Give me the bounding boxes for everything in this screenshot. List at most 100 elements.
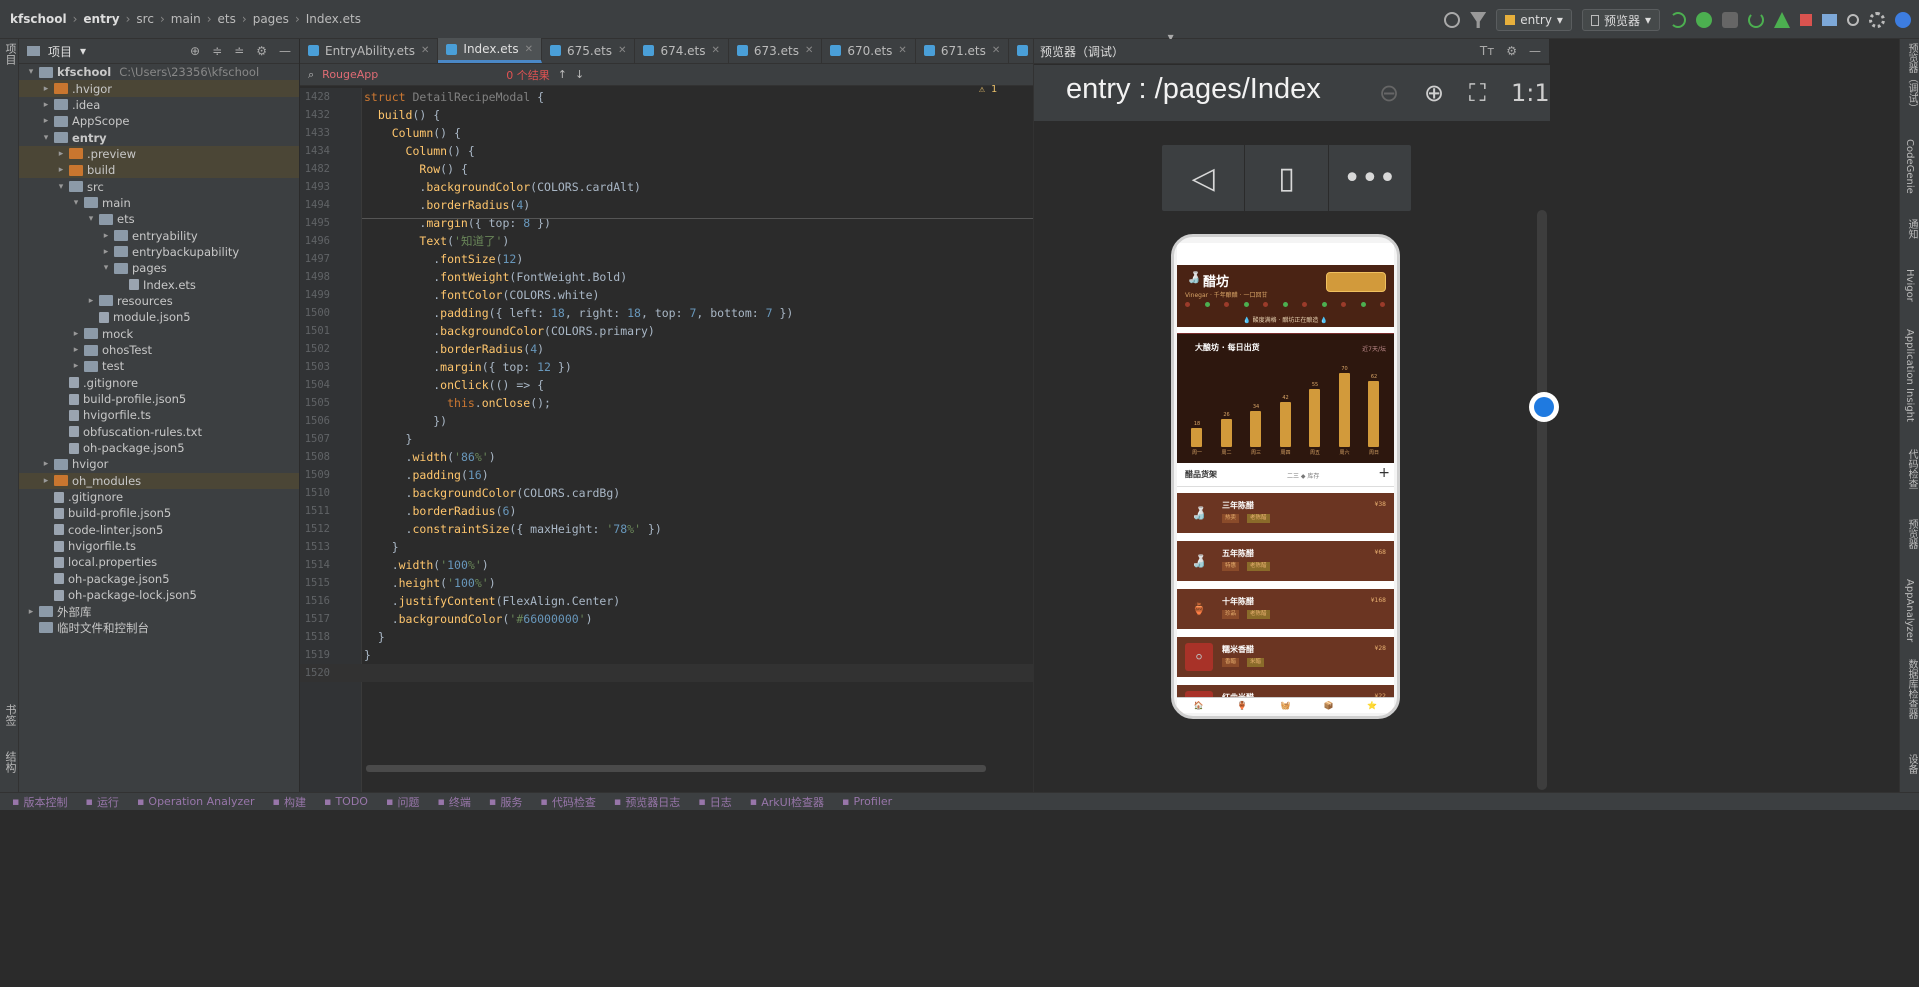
close-icon[interactable]: ✕ (712, 45, 720, 56)
gear-icon[interactable]: ⚙ (1506, 44, 1517, 58)
close-icon[interactable]: ✕ (992, 45, 1000, 56)
code-line[interactable]: 1507 } (300, 430, 1033, 448)
tree-item[interactable]: ▾ kfschool C:\Users\23356\kfschool (19, 64, 299, 80)
tree-item[interactable]: .gitignore (19, 375, 299, 391)
breadcrumb-item[interactable]: kfschool (10, 12, 67, 26)
close-icon[interactable]: ✕ (898, 45, 906, 56)
code-line[interactable]: 1515 .height('100%') (300, 574, 1033, 592)
code-line[interactable]: 1494 .borderRadius(4) (300, 196, 1033, 214)
profile-icon[interactable] (1774, 12, 1790, 28)
tree-item[interactable]: code-linter.json5 (19, 522, 299, 538)
project-tool-tab[interactable]: 项目 (2, 43, 18, 65)
bottom-tool-tab[interactable]: ▪ 代码检查 (540, 794, 595, 810)
code-line[interactable]: 1508 .width('86%') (300, 448, 1033, 466)
chevron-down-icon[interactable]: ▾ (25, 67, 37, 77)
right-tool-tab[interactable]: CodeGenie (1904, 139, 1915, 194)
tree-item[interactable]: ▾ src (19, 178, 299, 194)
chevron-down-icon[interactable]: ▾ (85, 214, 97, 224)
bottom-tab[interactable]: 🏠 (1194, 701, 1204, 710)
code-line[interactable]: 1432 build() { (300, 106, 1033, 124)
tree-item[interactable]: ▸ .idea (19, 97, 299, 113)
right-tool-tab[interactable]: 预览器 (1904, 519, 1919, 549)
code-line[interactable]: 1506 }) (300, 412, 1033, 430)
breadcrumb-item[interactable]: main (171, 12, 201, 26)
code-line[interactable]: 1496 Text('知道了') (300, 232, 1033, 250)
code-line[interactable]: 1501 .backgroundColor(COLORS.primary) (300, 322, 1033, 340)
close-icon[interactable]: ✕ (805, 45, 813, 56)
right-tool-tab[interactable]: 数据库检查器 (1904, 659, 1919, 719)
add-icon[interactable]: + (1378, 465, 1390, 481)
device-combo[interactable]: 预览器 ▾ (1581, 9, 1660, 31)
bookmarks-tool-tab[interactable]: 书签 (2, 704, 18, 726)
tree-item[interactable]: local.properties (19, 554, 299, 570)
tree-item[interactable]: ▸ entryability (19, 227, 299, 243)
chevron-right-icon[interactable]: ▸ (55, 149, 67, 159)
chevron-right-icon[interactable]: ▸ (70, 361, 82, 371)
chevron-right-icon[interactable]: ▸ (70, 345, 82, 355)
code-line[interactable]: 1497 .fontSize(12) (300, 250, 1033, 268)
tree-item[interactable]: module.json5 (19, 309, 299, 325)
fit-screen-icon[interactable]: ⛶ (1469, 79, 1486, 107)
code-line[interactable]: 1499 .fontColor(COLORS.white) (300, 286, 1033, 304)
restart-icon[interactable] (1670, 12, 1686, 28)
bottom-tool-tab[interactable]: ▪ 构建 (273, 794, 306, 810)
chevron-right-icon[interactable]: ▸ (55, 165, 67, 175)
chevron-right-icon[interactable]: ▸ (40, 84, 52, 94)
chevron-right-icon[interactable]: ▸ (85, 296, 97, 306)
editor-tab[interactable]: 673.ets ✕ (729, 38, 823, 63)
code-line[interactable]: 1502 .borderRadius(4) (300, 340, 1033, 358)
tree-item[interactable]: ▸ AppScope (19, 113, 299, 129)
code-line[interactable]: 1510 .backgroundColor(COLORS.cardBg) (300, 484, 1033, 502)
right-tool-tab[interactable]: Application Insight (1904, 329, 1915, 422)
tree-item[interactable]: ▸ test (19, 358, 299, 374)
tree-item[interactable]: ▸ mock (19, 326, 299, 342)
code-line[interactable]: 1482 Row() { (300, 160, 1033, 178)
code-line[interactable]: 1517 .backgroundColor('#66000000') (300, 610, 1033, 628)
right-tool-tab[interactable]: 代码检查 (1904, 449, 1919, 489)
module-combo[interactable]: entry ▾ (1496, 9, 1572, 31)
tree-item[interactable]: ▸ build (19, 162, 299, 179)
search-input[interactable]: RougeApp (322, 68, 378, 81)
code-line[interactable]: 1433 Column() { (300, 124, 1033, 142)
collapse-all-icon[interactable]: ≐ (234, 44, 244, 58)
code-line[interactable]: 1511 .borderRadius(6) (300, 502, 1033, 520)
bottom-tab[interactable]: 🏺 (1237, 701, 1247, 710)
warning-indicator[interactable]: ⚠ 1 (979, 84, 997, 95)
chevron-right-icon[interactable]: ▸ (40, 100, 52, 110)
code-line[interactable]: 1500 .padding({ left: 18, right: 18, top… (300, 304, 1033, 322)
next-match-icon[interactable]: ↓ (575, 68, 584, 81)
code-line[interactable]: 1504 .onClick(() => { (300, 376, 1033, 394)
zoom-in-icon[interactable]: ⊕ (1424, 79, 1444, 107)
attach-icon[interactable] (1722, 12, 1738, 28)
right-tool-tab[interactable]: 通知 (1904, 219, 1919, 239)
editor-tab[interactable]: EntryAbility.ets ✕ (300, 38, 439, 63)
code-line[interactable]: 1505 this.onClose(); (300, 394, 1033, 412)
bottom-tab[interactable]: 📦 (1324, 701, 1334, 710)
hammer-icon[interactable] (1470, 12, 1487, 28)
tree-item[interactable]: ▾ pages (19, 260, 299, 276)
bottom-tool-tab[interactable]: ▪ 问题 (386, 794, 419, 810)
chevron-down-icon[interactable]: ▾ (55, 182, 67, 192)
product-card[interactable]: 🍶 五年陈醋 ¥68 特惠 老陈醋 (1177, 541, 1394, 581)
target-icon[interactable] (1444, 12, 1461, 28)
tree-item[interactable]: ▸ oh_modules (19, 472, 299, 489)
locate-icon[interactable]: ⊕ (190, 44, 200, 58)
tree-item[interactable]: hvigorfile.ts (19, 538, 299, 554)
editor-tab[interactable]: 670.ets ✕ (822, 38, 916, 63)
reload-icon[interactable] (1748, 12, 1764, 28)
bottom-tool-tab[interactable]: ▪ 版本控制 (12, 794, 67, 810)
tree-item[interactable]: ▾ main (19, 195, 299, 211)
debug-icon[interactable] (1696, 12, 1712, 28)
tree-item[interactable]: Index.ets (19, 276, 299, 292)
tree-item[interactable]: build-profile.json5 (19, 391, 299, 407)
tree-item[interactable]: ▾ ets (19, 211, 299, 227)
close-icon[interactable]: ✕ (525, 44, 533, 55)
logo-icon[interactable] (1895, 12, 1911, 28)
bottom-tool-tab[interactable]: ▪ 终端 (437, 794, 470, 810)
right-tool-tab[interactable]: 预览器（调试） (1904, 43, 1919, 113)
code-line[interactable]: 1498 .fontWeight(FontWeight.Bold) (300, 268, 1033, 286)
bottom-tool-tab[interactable]: ▪ ArkUI检查器 (750, 794, 824, 810)
search-icon[interactable] (1847, 14, 1859, 26)
tree-item[interactable]: obfuscation-rules.txt (19, 424, 299, 440)
code-line[interactable]: 1434 Column() { (300, 142, 1033, 160)
